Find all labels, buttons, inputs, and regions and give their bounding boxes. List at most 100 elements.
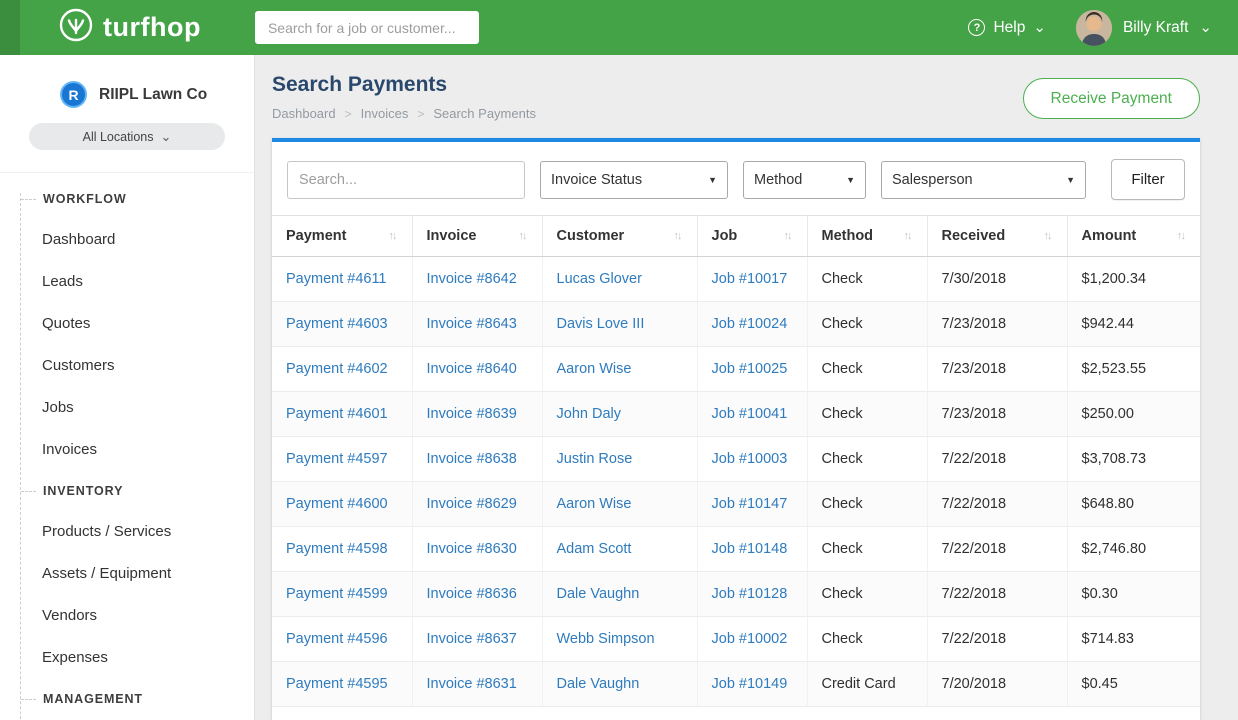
- customer-link[interactable]: Davis Love III: [557, 316, 645, 332]
- column-header-amount[interactable]: ↑↓Amount: [1067, 216, 1200, 257]
- column-header-method[interactable]: ↑↓Method: [807, 216, 927, 257]
- customer-link[interactable]: Dale Vaughn: [557, 676, 640, 692]
- location-selector[interactable]: All Locations ⌄: [29, 123, 225, 150]
- invoice-link[interactable]: Invoice #8642: [427, 271, 517, 287]
- invoice-link[interactable]: Invoice #8643: [427, 316, 517, 332]
- salesperson-select[interactable]: Salesperson ▼: [881, 161, 1086, 199]
- job-cell: Job #10041: [697, 392, 807, 437]
- sidebar-item-dashboard[interactable]: Dashboard: [0, 219, 254, 261]
- customer-link[interactable]: Adam Scott: [557, 541, 632, 557]
- invoice-link[interactable]: Invoice #8640: [427, 361, 517, 377]
- payment-cell: Payment #4598: [272, 527, 412, 572]
- column-header-payment[interactable]: ↑↓Payment: [272, 216, 412, 257]
- customer-link[interactable]: Dale Vaughn: [557, 586, 640, 602]
- filter-button[interactable]: Filter: [1111, 159, 1185, 200]
- sidebar-item-expenses[interactable]: Expenses: [0, 637, 254, 679]
- method-select[interactable]: Method ▼: [743, 161, 866, 199]
- nav-section-label: INVENTORY: [43, 484, 123, 498]
- help-icon: ?: [968, 19, 985, 36]
- method-cell: Check: [807, 392, 927, 437]
- column-header-received[interactable]: ↑↓Received: [927, 216, 1067, 257]
- job-link[interactable]: Job #10003: [712, 451, 788, 467]
- column-label: Amount: [1082, 228, 1137, 244]
- nav-section-label: WORKFLOW: [43, 192, 127, 206]
- payment-link[interactable]: Payment #4603: [286, 316, 388, 332]
- job-link[interactable]: Job #10017: [712, 271, 788, 287]
- sidebar-nav: WORKFLOW DashboardLeadsQuotesCustomersJob…: [0, 173, 254, 720]
- invoice-link[interactable]: Invoice #8637: [427, 631, 517, 647]
- column-header-customer[interactable]: ↑↓Customer: [542, 216, 697, 257]
- sidebar-item-quotes[interactable]: Quotes: [0, 303, 254, 345]
- help-menu[interactable]: ? Help ⌄: [968, 19, 1045, 37]
- payment-link[interactable]: Payment #4598: [286, 541, 388, 557]
- amount-cell: $0.45: [1067, 662, 1200, 707]
- customer-link[interactable]: Lucas Glover: [557, 271, 642, 287]
- job-link[interactable]: Job #10002: [712, 631, 788, 647]
- customer-cell: Justin Rose: [542, 437, 697, 482]
- tree-branch-icon: [21, 491, 36, 492]
- customer-link[interactable]: Webb Simpson: [557, 631, 655, 647]
- table-search-input[interactable]: [287, 161, 525, 199]
- customer-link[interactable]: John Daly: [557, 406, 621, 422]
- breadcrumb-dashboard[interactable]: Dashboard: [272, 106, 336, 121]
- job-link[interactable]: Job #10041: [712, 406, 788, 422]
- invoice-cell: Invoice #8629: [412, 482, 542, 527]
- payment-link[interactable]: Payment #4595: [286, 676, 388, 692]
- job-link[interactable]: Job #10128: [712, 586, 788, 602]
- invoice-link[interactable]: Invoice #8638: [427, 451, 517, 467]
- customer-cell: Adam Scott: [542, 527, 697, 572]
- payment-link[interactable]: Payment #4611: [286, 271, 387, 287]
- method-cell: Check: [807, 437, 927, 482]
- sidebar-item-products-services[interactable]: Products / Services: [0, 511, 254, 553]
- invoice-link[interactable]: Invoice #8631: [427, 676, 517, 692]
- job-link[interactable]: Job #10024: [712, 316, 788, 332]
- column-header-job[interactable]: ↑↓Job: [697, 216, 807, 257]
- payment-link[interactable]: Payment #4597: [286, 451, 388, 467]
- job-link[interactable]: Job #10149: [712, 676, 788, 692]
- sidebar-item-jobs[interactable]: Jobs: [0, 387, 254, 429]
- customer-link[interactable]: Aaron Wise: [557, 496, 632, 512]
- sidebar-item-leads[interactable]: Leads: [0, 261, 254, 303]
- customer-cell: John Daly: [542, 392, 697, 437]
- breadcrumb-invoices[interactable]: Invoices: [361, 106, 409, 121]
- page-header: Search Payments Dashboard > Invoices > S…: [255, 55, 1238, 133]
- sort-icon: ↑↓: [1044, 230, 1053, 242]
- method-cell: Check: [807, 257, 927, 302]
- payment-link[interactable]: Payment #4596: [286, 631, 388, 647]
- table-row: Payment #4596 Invoice #8637 Webb Simpson Jo…: [272, 617, 1200, 662]
- sidebar-item-invoices[interactable]: Invoices: [0, 429, 254, 471]
- invoice-cell: Invoice #8639: [412, 392, 542, 437]
- payment-cell: Payment #4597: [272, 437, 412, 482]
- payment-link[interactable]: Payment #4601: [286, 406, 388, 422]
- job-link[interactable]: Job #10025: [712, 361, 788, 377]
- customer-cell: Aaron Wise: [542, 482, 697, 527]
- brand-name: turfhop: [103, 12, 201, 43]
- invoice-link[interactable]: Invoice #8630: [427, 541, 517, 557]
- amount-cell: $0.30: [1067, 572, 1200, 617]
- customer-cell: Webb Simpson: [542, 617, 697, 662]
- topbar: turfhop ? Help ⌄ Billy Kraft ⌄: [0, 0, 1238, 55]
- payment-link[interactable]: Payment #4602: [286, 361, 388, 377]
- brand-logo[interactable]: turfhop: [58, 7, 201, 48]
- job-link[interactable]: Job #10147: [712, 496, 788, 512]
- customer-link[interactable]: Aaron Wise: [557, 361, 632, 377]
- column-header-invoice[interactable]: ↑↓Invoice: [412, 216, 542, 257]
- receive-payment-button[interactable]: Receive Payment: [1023, 78, 1200, 119]
- payment-link[interactable]: Payment #4600: [286, 496, 388, 512]
- invoice-status-select[interactable]: Invoice Status ▼: [540, 161, 728, 199]
- sidebar-item-vendors[interactable]: Vendors: [0, 595, 254, 637]
- received-cell: 7/23/2018: [927, 347, 1067, 392]
- payment-link[interactable]: Payment #4599: [286, 586, 388, 602]
- invoice-cell: Invoice #8636: [412, 572, 542, 617]
- customer-link[interactable]: Justin Rose: [557, 451, 633, 467]
- invoice-link[interactable]: Invoice #8629: [427, 496, 517, 512]
- sidebar-item-customers[interactable]: Customers: [0, 345, 254, 387]
- method-cell: Check: [807, 302, 927, 347]
- invoice-link[interactable]: Invoice #8639: [427, 406, 517, 422]
- job-link[interactable]: Job #10148: [712, 541, 788, 557]
- invoice-link[interactable]: Invoice #8636: [427, 586, 517, 602]
- global-search-input[interactable]: [255, 11, 479, 44]
- nav-section-management: MANAGEMENT: [0, 679, 254, 719]
- user-menu[interactable]: Billy Kraft ⌄: [1076, 10, 1212, 46]
- sidebar-item-assets-equipment[interactable]: Assets / Equipment: [0, 553, 254, 595]
